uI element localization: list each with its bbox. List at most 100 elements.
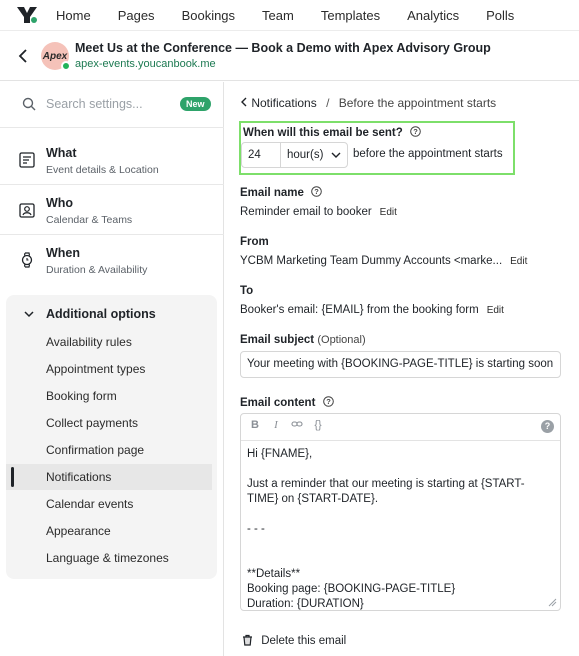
from-value: YCBM Marketing Team Dummy Accounts <mark… <box>240 255 503 267</box>
sidebar-item-notifications[interactable]: Notifications <box>6 464 212 490</box>
send-timing-label: When will this email be sent? ? <box>243 126 421 139</box>
event-details-icon <box>19 152 35 168</box>
from-value-row: YCBM Marketing Team Dummy Accounts <mark… <box>240 255 527 267</box>
svg-text:?: ? <box>314 187 319 196</box>
sidebar-item-collect-payments[interactable]: Collect payments <box>6 410 212 436</box>
email-subject-input[interactable]: Your meeting with {BOOKING-PAGE-TITLE} i… <box>240 351 561 378</box>
avatar: Apex <box>41 42 71 71</box>
email-content-label: Email content ? <box>240 396 334 409</box>
sidebar-item-language-timezones[interactable]: Language & timezones <box>6 545 212 571</box>
editor-line: Booking page: {BOOKING-PAGE-TITLE} <box>247 583 456 595</box>
email-subject-label-text: Email subject <box>240 334 315 346</box>
email-content-label-text: Email content <box>240 397 316 409</box>
sidebar-section-title: What <box>46 146 77 160</box>
page-url-link[interactable]: apex-events.youcanbook.me <box>75 58 216 70</box>
email-content-editor[interactable]: B I {} ? Hi {FNAME}, Just a reminder that… <box>240 413 561 611</box>
ycbm-logo-icon[interactable] <box>16 6 38 24</box>
link-button[interactable] <box>289 419 305 432</box>
sidebar-item-booking-form[interactable]: Booking form <box>6 383 212 409</box>
to-label: To <box>240 285 254 297</box>
sidebar-section-who[interactable]: Who Calendar & Teams <box>0 185 224 235</box>
svg-text:?: ? <box>326 397 331 406</box>
sidebar-section-subtitle: Calendar & Teams <box>46 214 133 226</box>
italic-button[interactable]: I <box>268 419 284 431</box>
page-title: Meet Us at the Conference — Book a Demo … <box>75 41 491 55</box>
active-indicator <box>11 467 14 487</box>
nav-home[interactable]: Home <box>56 8 91 23</box>
send-timing-box: When will this email be sent? ? 24 hour(… <box>239 121 515 175</box>
back-chevron-icon[interactable] <box>17 49 29 63</box>
nav-team[interactable]: Team <box>262 8 294 23</box>
delete-email-label: Delete this email <box>261 635 347 647</box>
chevron-down-icon <box>23 308 35 320</box>
sidebar-item-confirmation-page[interactable]: Confirmation page <box>6 437 212 463</box>
chevron-left-icon <box>241 97 247 107</box>
notification-editor: Notifications / Before the appointment s… <box>225 82 579 656</box>
breadcrumb-back-link[interactable]: Notifications <box>240 96 320 110</box>
nav-pages[interactable]: Pages <box>118 8 155 23</box>
breadcrumb-separator: / <box>326 96 330 110</box>
delete-email-button[interactable]: Delete this email <box>242 634 346 647</box>
breadcrumb-parent[interactable]: Notifications <box>251 96 316 110</box>
send-timing-suffix: before the appointment starts <box>353 148 503 160</box>
editor-line: Just a reminder that our meeting is star… <box>247 478 525 505</box>
sidebar-section-what[interactable]: What Event details & Location <box>0 135 224 185</box>
sidebar-item-calendar-events[interactable]: Calendar events <box>6 491 212 517</box>
sidebar-section-title: When <box>46 246 81 260</box>
email-name-value-row: Reminder email to booker Edit <box>240 206 397 218</box>
from-label: From <box>240 236 269 248</box>
editor-toolbar: B I {} ? <box>241 414 560 441</box>
help-icon[interactable]: ? <box>410 126 421 137</box>
sidebar-item-appointment-types[interactable]: Appointment types <box>6 356 212 382</box>
chevron-down-icon <box>331 152 341 158</box>
editor-line: - - - <box>247 523 265 535</box>
edit-from-button[interactable]: Edit <box>510 256 527 267</box>
search-input[interactable]: Search settings... <box>46 97 143 111</box>
sidebar-item-appearance[interactable]: Appearance <box>6 518 212 544</box>
help-icon[interactable]: ? <box>322 396 334 407</box>
send-timing-amount-input[interactable]: 24 <box>241 142 281 168</box>
insert-variable-button[interactable]: {} <box>310 419 326 431</box>
resize-grip-icon[interactable] <box>548 598 557 607</box>
bold-button[interactable]: B <box>247 419 263 431</box>
trash-icon <box>243 634 252 646</box>
nav-analytics[interactable]: Analytics <box>407 8 459 23</box>
nav-polls[interactable]: Polls <box>486 8 514 23</box>
edit-to-button[interactable]: Edit <box>487 305 504 316</box>
editor-line: Duration: {DURATION} <box>247 598 364 610</box>
editor-line: **Details** <box>247 568 301 580</box>
email-name-label: Email name ? <box>240 186 322 199</box>
sidebar-section-title: Who <box>46 196 74 210</box>
editor-text[interactable]: Hi {FNAME}, Just a reminder that our meet… <box>247 447 552 610</box>
editor-line: Hi {FNAME}, <box>247 448 313 460</box>
optional-hint: (Optional) <box>317 334 366 346</box>
watch-icon <box>19 252 35 268</box>
breadcrumb: Notifications / Before the appointment s… <box>240 96 496 110</box>
email-name-value: Reminder email to booker <box>240 206 372 218</box>
sidebar-item-availability-rules[interactable]: Availability rules <box>6 329 212 355</box>
additional-options-title: Additional options <box>46 307 156 321</box>
nav-bookings[interactable]: Bookings <box>182 8 235 23</box>
sidebar-section-when[interactable]: When Duration & Availability <box>0 235 224 285</box>
settings-search[interactable]: Search settings... New <box>0 82 224 128</box>
send-timing-unit-select[interactable]: hour(s) <box>280 142 348 168</box>
edit-email-name-button[interactable]: Edit <box>380 207 397 218</box>
nav-templates[interactable]: Templates <box>321 8 380 23</box>
new-badge: New <box>180 97 211 111</box>
email-subject-label: Email subject (Optional) <box>240 334 366 346</box>
editor-help-icon[interactable]: ? <box>541 420 554 433</box>
breadcrumb-current: Before the appointment starts <box>338 96 497 110</box>
send-timing-unit-value: hour(s) <box>287 149 324 161</box>
avatar-text: Apex <box>42 50 68 62</box>
help-icon[interactable]: ? <box>311 186 322 197</box>
svg-text:?: ? <box>413 127 418 136</box>
link-icon <box>291 421 303 427</box>
additional-options-toggle[interactable]: Additional options <box>6 305 217 325</box>
sidebar-section-subtitle: Event details & Location <box>46 164 159 176</box>
sidebar-section-subtitle: Duration & Availability <box>46 264 148 276</box>
team-icon <box>19 202 35 218</box>
